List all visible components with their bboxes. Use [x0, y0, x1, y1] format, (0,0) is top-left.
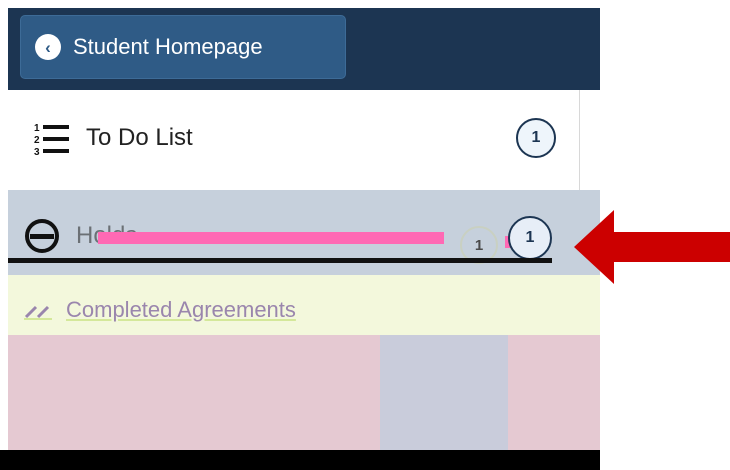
back-button-label: Student Homepage [73, 34, 263, 59]
bottom-edge [0, 450, 600, 470]
chevron-left-icon: ‹ [35, 34, 61, 60]
hand-icon [25, 219, 59, 253]
panel-edge [580, 90, 600, 190]
glitch-bar [98, 232, 444, 244]
content-block [380, 335, 508, 450]
back-to-homepage-button[interactable]: ‹ Student Homepage [20, 15, 346, 79]
nav-item-label: To Do List [86, 124, 193, 151]
edit-icon [24, 305, 52, 320]
red-arrow-annotation [574, 210, 730, 284]
nav-item-todo-list[interactable]: 1 2 3 To Do List 1 [8, 92, 580, 184]
svg-text:1: 1 [34, 123, 40, 134]
svg-text:3: 3 [34, 147, 40, 158]
ordered-list-icon: 1 2 3 [34, 123, 69, 158]
content-area [8, 335, 600, 450]
svg-text:2: 2 [34, 135, 40, 146]
holds-underline [8, 258, 552, 263]
nav-item-completed-agreements[interactable]: Completed Agreements [8, 290, 580, 330]
todo-count-badge: 1 [516, 118, 556, 158]
nav-item-label: Completed Agreements [66, 297, 296, 322]
holds-count-badge: 1 [508, 216, 552, 260]
